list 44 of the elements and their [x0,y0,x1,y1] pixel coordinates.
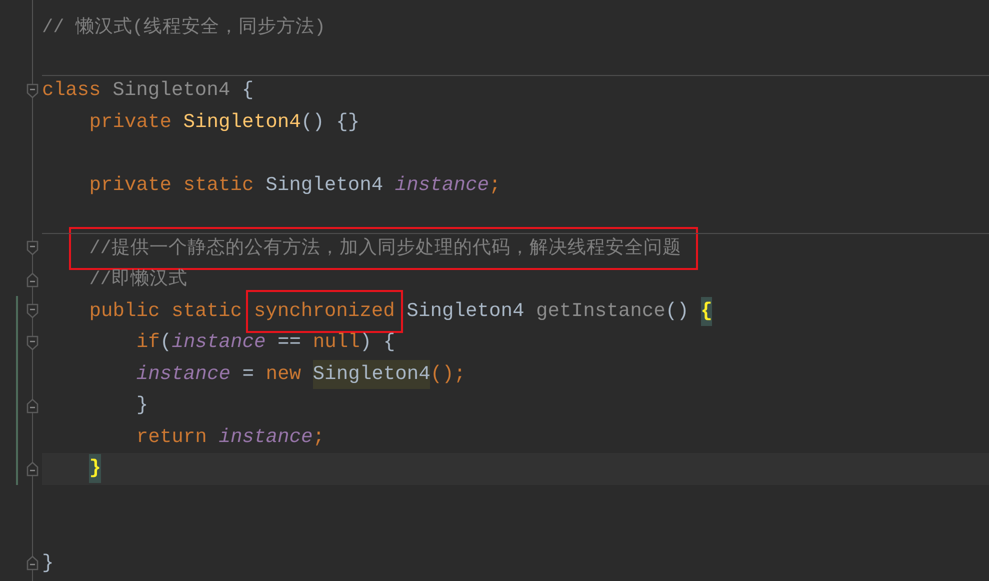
code-token: { [700,296,712,326]
code-token: return [136,424,208,450]
code-comment: // 懒汉式(线程安全，同步方法) [42,15,326,40]
code-token: new [266,362,302,387]
code-token: ; [488,172,501,198]
code-token: Singleton4 [183,110,301,135]
fold-start-icon[interactable] [26,240,39,256]
code-token: Singleton4 [312,360,430,389]
code-token: ; [312,424,325,450]
code-token: } [136,393,148,418]
code-token: null [312,330,360,356]
fold-start-icon[interactable] [26,334,39,351]
code-comment: //即懒汉式 [89,268,188,292]
code-token: synchronized [246,290,403,333]
fold-start-icon[interactable] [26,303,39,320]
fold-end-icon[interactable] [26,555,39,572]
code-token: ( [160,330,172,356]
fold-end-icon[interactable] [26,460,39,477]
fold-end-icon[interactable] [26,272,39,288]
code-token: (); [430,362,466,387]
code-token: instance [394,172,489,198]
code-token: ) { [360,330,396,356]
code-token: instance [218,424,313,450]
fold-end-icon[interactable] [26,398,39,414]
code-token: Singleton4 [266,172,384,198]
code-comment: //提供一个静态的公有方法，加入同步处理的代码，解决线程安全问题 [69,226,698,270]
code-token: = [241,362,255,387]
code-token: Singleton4 [112,78,232,104]
code-token: () [665,298,690,324]
code-token: == [276,330,302,356]
code-token: { [242,78,254,104]
code-token: } [89,454,101,484]
code-token: instance [172,330,266,356]
code-token: () {} [300,110,360,135]
code-token: if [136,330,160,356]
code-token: class [42,78,102,104]
code-token: } [42,550,54,576]
code-token: public static [89,298,244,324]
code-token: private [89,110,172,135]
code-token: private static [89,172,255,198]
code-token: Singleton4 [406,298,526,324]
fold-start-icon[interactable] [26,82,39,99]
code-token: instance [136,362,230,387]
code-token: getInstance [536,298,666,324]
